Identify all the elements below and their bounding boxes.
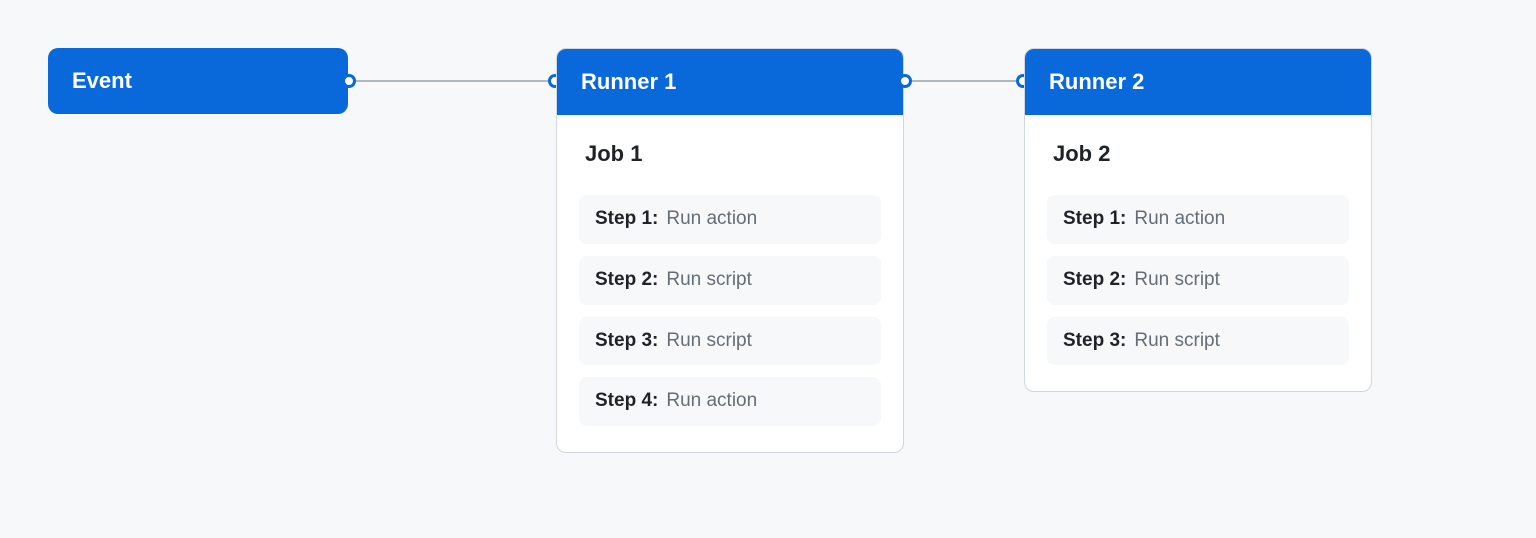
step-row: Step 2: Run script bbox=[579, 256, 881, 305]
step-desc: Run script bbox=[666, 330, 752, 353]
step-row: Step 1: Run action bbox=[579, 195, 881, 244]
runner-title: Runner 1 bbox=[581, 69, 676, 94]
event-node: Event bbox=[48, 48, 348, 114]
runner-card-1: Runner 1 Job 1 Step 1: Run action Step 2… bbox=[556, 48, 904, 453]
job-title: Job 2 bbox=[1047, 139, 1349, 183]
step-label: Step 1: bbox=[1063, 208, 1126, 231]
connector-runner1-to-runner2 bbox=[905, 80, 1023, 82]
runner-header: Runner 2 bbox=[1025, 49, 1371, 115]
step-row: Step 4: Run action bbox=[579, 377, 881, 426]
step-desc: Run action bbox=[666, 208, 757, 231]
runner-card-2: Runner 2 Job 2 Step 1: Run action Step 2… bbox=[1024, 48, 1372, 392]
step-label: Step 2: bbox=[595, 269, 658, 292]
runner-title: Runner 2 bbox=[1049, 69, 1144, 94]
step-desc: Run action bbox=[1134, 208, 1225, 231]
step-label: Step 4: bbox=[595, 390, 658, 413]
connector-event-to-runner1 bbox=[349, 80, 555, 82]
step-row: Step 1: Run action bbox=[1047, 195, 1349, 244]
job-title: Job 1 bbox=[579, 139, 881, 183]
connector-dot-icon bbox=[342, 74, 356, 88]
step-desc: Run script bbox=[1134, 269, 1220, 292]
step-desc: Run script bbox=[666, 269, 752, 292]
runner-body: Job 1 Step 1: Run action Step 2: Run scr… bbox=[557, 115, 903, 452]
runner-body: Job 2 Step 1: Run action Step 2: Run scr… bbox=[1025, 115, 1371, 391]
step-desc: Run action bbox=[666, 390, 757, 413]
runner-header: Runner 1 bbox=[557, 49, 903, 115]
event-label: Event bbox=[72, 68, 132, 93]
step-desc: Run script bbox=[1134, 330, 1220, 353]
connector-dot-icon bbox=[898, 74, 912, 88]
step-label: Step 1: bbox=[595, 208, 658, 231]
step-label: Step 3: bbox=[1063, 330, 1126, 353]
step-row: Step 3: Run script bbox=[579, 317, 881, 366]
step-label: Step 3: bbox=[595, 330, 658, 353]
step-row: Step 2: Run script bbox=[1047, 256, 1349, 305]
step-label: Step 2: bbox=[1063, 269, 1126, 292]
step-row: Step 3: Run script bbox=[1047, 317, 1349, 366]
